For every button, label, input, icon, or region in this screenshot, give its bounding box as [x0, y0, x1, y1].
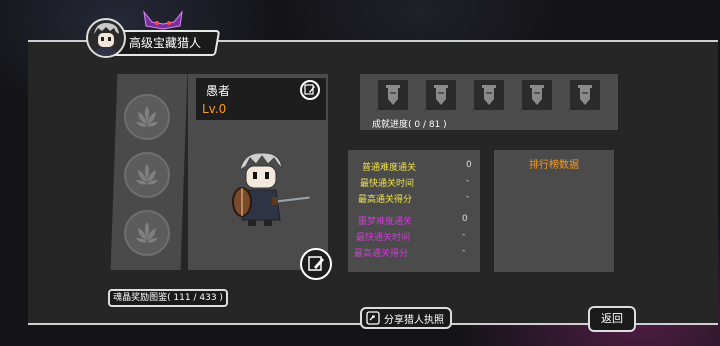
normal-clears-label: 普通难度通关	[362, 163, 417, 173]
hunter-avatar[interactable]	[86, 18, 126, 58]
normal-clears-value: 0	[466, 160, 472, 170]
back-button[interactable]: 返回	[588, 306, 636, 332]
trophy-banner-icon	[482, 85, 496, 105]
demon-horns-icon	[143, 10, 183, 30]
hero-name: 愚者	[206, 84, 231, 98]
pencil-icon	[308, 256, 324, 271]
hunter-profile-screen: 高级宝藏猎人 愚者 Lv.0 成就进度(0 / 81) 普通难度通关 0 最…	[0, 0, 720, 346]
equipment-slot-1[interactable]	[124, 94, 170, 140]
rename-button[interactable]	[300, 80, 320, 100]
edit-hunter-button[interactable]	[300, 248, 332, 280]
nightmare-fastest-label: 最快通关时间	[356, 233, 411, 243]
trophy-banner-icon	[530, 85, 544, 105]
normal-fastest-value: -	[466, 176, 470, 186]
hero-sprite	[232, 152, 311, 226]
share-license-button[interactable]: 分享猎人执照	[360, 307, 452, 329]
normal-highscore-value: -	[466, 192, 470, 202]
page-title: 高级宝藏猎人	[128, 36, 201, 50]
soul-crystal-codex-button[interactable]: 魂晶奖励图鉴( 111 / 433 )	[108, 289, 228, 307]
nightmare-clears-value: 0	[462, 214, 468, 224]
equipment-slot-3[interactable]	[124, 210, 170, 256]
lotus-slot-icon	[136, 222, 158, 243]
trophy-banner-icon	[434, 85, 448, 105]
nightmare-clears-label: 噩梦难度通关	[358, 217, 413, 227]
achievement-progress: 成就进度( 0 / 81 )	[372, 120, 447, 130]
nightmare-fastest-value: -	[462, 230, 466, 240]
achievement-badge-3[interactable]	[474, 80, 504, 110]
pencil-icon	[304, 84, 315, 95]
achievement-badge-4[interactable]	[522, 80, 552, 110]
ranking-title: 排行榜数据	[529, 160, 579, 171]
achievement-badge-2[interactable]	[426, 80, 456, 110]
trophy-banner-icon	[386, 85, 400, 105]
equipment-slot-2[interactable]	[124, 152, 170, 198]
achievement-badge-5[interactable]	[570, 80, 600, 110]
hunter-face-icon	[94, 23, 119, 56]
normal-highscore-label: 最高通关得分	[358, 195, 413, 205]
trophy-banner-icon	[578, 85, 592, 105]
lotus-slot-icon	[136, 106, 158, 127]
lotus-slot-icon	[136, 164, 158, 185]
nightmare-highscore-label: 最高通关得分	[354, 249, 409, 259]
share-label: 分享猎人执照	[384, 314, 444, 326]
normal-fastest-label: 最快通关时间	[360, 179, 415, 189]
share-icon	[366, 311, 380, 325]
hero-level: Lv.0	[202, 102, 227, 116]
nightmare-highscore-value: -	[462, 246, 466, 256]
achievement-badge-1[interactable]	[378, 80, 408, 110]
